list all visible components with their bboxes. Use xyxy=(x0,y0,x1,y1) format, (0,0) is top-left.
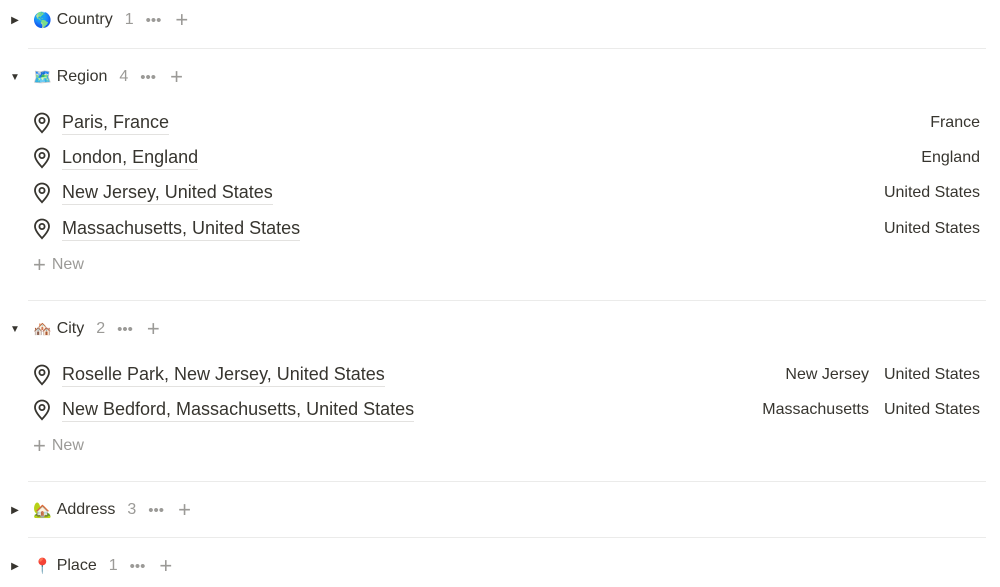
more-options-icon[interactable]: ••• xyxy=(148,502,164,519)
region-property: Massachusetts xyxy=(762,401,869,418)
group-header-region[interactable]: ▼ 🗺️ Region 4 ••• + xyxy=(0,60,1000,94)
group-title: 🌎 Country 1 ••• + xyxy=(33,9,188,31)
add-icon[interactable]: + xyxy=(147,318,160,340)
country-property: France xyxy=(930,114,980,131)
globe-icon: 🌎 xyxy=(33,12,52,29)
country-property: England xyxy=(921,149,980,166)
new-label: New xyxy=(51,256,84,273)
row-title[interactable]: New Jersey, United States xyxy=(62,181,273,205)
group-divider xyxy=(28,300,986,301)
group-label: Country xyxy=(56,11,113,28)
row-title[interactable]: Roselle Park, New Jersey, United States xyxy=(62,363,385,387)
row-title[interactable]: Paris, France xyxy=(62,111,170,135)
group-title: 🏘️ City 2 ••• + xyxy=(33,318,160,340)
more-options-icon[interactable]: ••• xyxy=(117,321,133,338)
location-pin-icon xyxy=(34,147,50,169)
group-header-address[interactable]: ▶ 🏡 Address 3 ••• + xyxy=(0,493,1000,527)
expand-toggle-icon[interactable]: ▶ xyxy=(8,13,22,27)
group-label: Address xyxy=(56,501,116,518)
row-title[interactable]: Massachusetts, United States xyxy=(62,217,301,241)
collapse-toggle-icon[interactable]: ▼ xyxy=(8,322,22,336)
location-pin-icon xyxy=(34,182,50,204)
region-property: New Jersey xyxy=(785,366,869,383)
group-divider xyxy=(28,537,986,538)
country-property: United States xyxy=(883,366,980,383)
more-options-icon[interactable]: ••• xyxy=(146,12,162,29)
group-divider xyxy=(28,48,986,49)
expand-toggle-icon[interactable]: ▶ xyxy=(8,503,22,517)
list-item[interactable]: Paris, France France xyxy=(0,106,1000,140)
group-title: 🗺️ Region 4 ••• + xyxy=(33,66,183,88)
row-title[interactable]: New Bedford, Massachusetts, United State… xyxy=(62,398,415,422)
add-icon[interactable]: + xyxy=(159,555,172,577)
group-label: City xyxy=(56,320,85,337)
group-count: 1 xyxy=(124,11,134,28)
group-count: 1 xyxy=(108,557,118,574)
country-property: United States xyxy=(883,184,980,201)
new-row-button[interactable]: + New xyxy=(33,431,84,461)
list-item[interactable]: New Jersey, United States United States xyxy=(0,176,1000,210)
plus-icon: + xyxy=(33,433,46,458)
plus-icon: + xyxy=(33,252,46,277)
location-pin-icon xyxy=(34,399,50,421)
add-icon[interactable]: + xyxy=(170,66,183,88)
list-item[interactable]: Massachusetts, United States United Stat… xyxy=(0,212,1000,246)
expand-toggle-icon[interactable]: ▶ xyxy=(8,559,22,573)
location-pin-icon xyxy=(34,218,50,240)
add-icon[interactable]: + xyxy=(175,9,188,31)
map-icon: 🗺️ xyxy=(33,69,52,86)
location-pin-icon xyxy=(34,364,50,386)
list-item[interactable]: New Bedford, Massachusetts, United State… xyxy=(0,393,1000,427)
new-row-button[interactable]: + New xyxy=(33,250,84,280)
group-header-place[interactable]: ▶ 📍 Place 1 ••• + xyxy=(0,549,1000,583)
list-item[interactable]: London, England England xyxy=(0,141,1000,175)
location-pin-icon xyxy=(34,112,50,134)
list-item[interactable]: Roselle Park, New Jersey, United States … xyxy=(0,358,1000,392)
group-title: 🏡 Address 3 ••• + xyxy=(33,499,191,521)
group-header-country[interactable]: ▶ 🌎 Country 1 ••• + xyxy=(0,3,1000,37)
new-label: New xyxy=(51,437,84,454)
country-property: United States xyxy=(883,220,980,237)
add-icon[interactable]: + xyxy=(178,499,191,521)
group-count: 4 xyxy=(119,68,129,85)
group-header-city[interactable]: ▼ 🏘️ City 2 ••• + xyxy=(0,312,1000,346)
group-label: Region xyxy=(56,68,108,85)
group-count: 3 xyxy=(127,501,137,518)
group-label: Place xyxy=(56,557,97,574)
more-options-icon[interactable]: ••• xyxy=(130,558,146,575)
collapse-toggle-icon[interactable]: ▼ xyxy=(8,70,22,84)
group-count: 2 xyxy=(96,320,106,337)
group-title: 📍 Place 1 ••• + xyxy=(33,555,172,577)
more-options-icon[interactable]: ••• xyxy=(140,69,156,86)
group-divider xyxy=(28,481,986,482)
country-property: United States xyxy=(883,401,980,418)
row-title[interactable]: London, England xyxy=(62,146,199,170)
house-icon: 🏡 xyxy=(33,502,52,519)
houses-icon: 🏘️ xyxy=(33,321,52,338)
pushpin-icon: 📍 xyxy=(33,558,52,575)
